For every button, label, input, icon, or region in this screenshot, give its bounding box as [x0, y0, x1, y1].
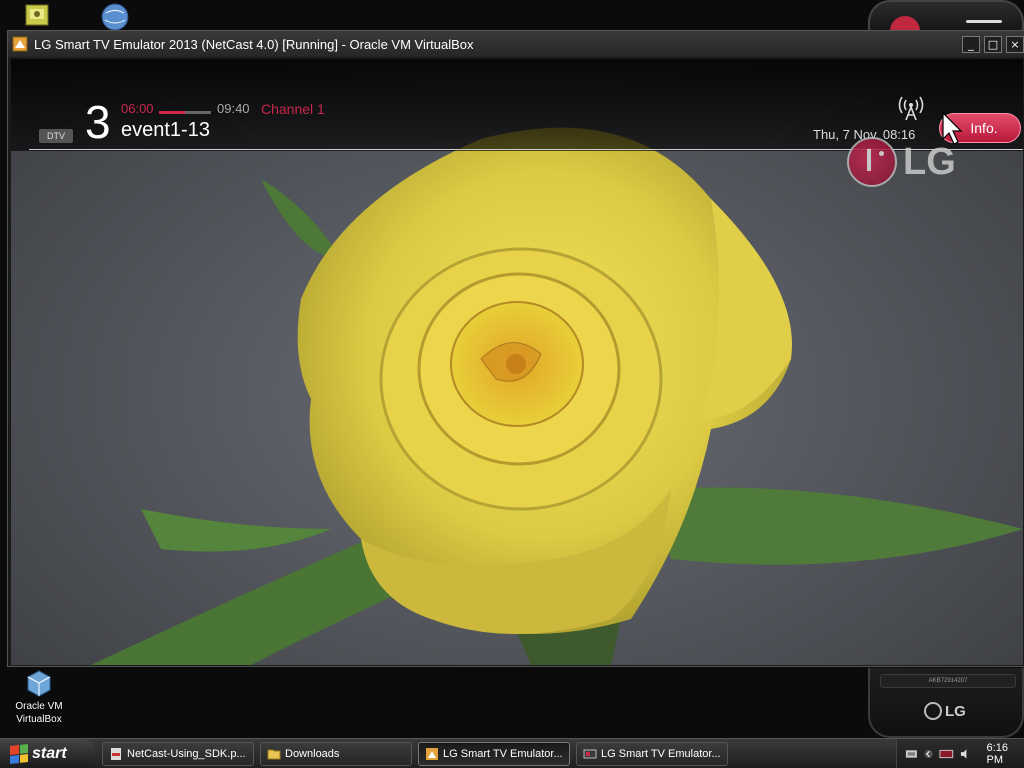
- program-title: event1-13: [121, 119, 210, 141]
- task-label: Downloads: [285, 747, 340, 760]
- monitor-shortcut-icon: [25, 4, 49, 26]
- channel-number: 3: [85, 96, 111, 148]
- lg-emblem-icon: [847, 137, 897, 187]
- emulator-app-icon: [12, 36, 28, 52]
- window-titlebar[interactable]: LG Smart TV Emulator 2013 (NetCast 4.0) …: [8, 31, 1024, 57]
- pdf-document-icon: [111, 747, 121, 760]
- window-controls: _ □ ×: [962, 36, 1024, 53]
- taskbar-item-emulator-active[interactable]: LG Smart TV Emulator...: [418, 741, 570, 766]
- volume-icon[interactable]: [960, 748, 971, 760]
- lg-logo-text: LG: [903, 140, 956, 183]
- emulator-app-icon: [426, 747, 438, 760]
- start-label: start: [32, 744, 67, 762]
- system-tray: 6:16 PM: [896, 739, 1024, 768]
- antenna-signal-icon: [898, 96, 924, 121]
- tv-screen[interactable]: DTV 3 06:00 09:40 Channel 1 event1-13 Th…: [11, 59, 1023, 665]
- source-badge: DTV: [39, 129, 73, 143]
- taskbar-item-pdf[interactable]: NetCast-Using_SDK.p...: [102, 741, 254, 766]
- maximize-button[interactable]: □: [984, 36, 1002, 53]
- task-label: LG Smart TV Emulator...: [443, 747, 563, 760]
- remote-controller-top: [868, 0, 1024, 34]
- task-label: NetCast-Using_SDK.p...: [127, 747, 246, 760]
- channel-name: Channel 1: [261, 101, 325, 117]
- close-button[interactable]: ×: [1006, 36, 1024, 53]
- menu-line-icon: [966, 20, 1002, 23]
- program-progress-fill: [159, 111, 185, 114]
- program-progress-bar: [159, 111, 211, 114]
- task-label: LG Smart TV Emulator...: [601, 747, 721, 760]
- tray-expand-icon[interactable]: [924, 748, 933, 760]
- emulator-window-icon: [583, 749, 597, 758]
- desktop-icon-label: Oracle VM VirtualBox: [15, 701, 63, 725]
- program-start-time: 06:00: [121, 101, 154, 116]
- system-clock: 6:16 PM: [986, 742, 1008, 766]
- desktop-icon-globe[interactable]: [100, 2, 130, 32]
- start-button[interactable]: start: [0, 738, 96, 768]
- program-end-time: 09:40: [217, 101, 250, 116]
- minimize-button[interactable]: _: [962, 36, 980, 53]
- taskbar-item-downloads[interactable]: Downloads: [260, 741, 412, 766]
- globe-icon: [101, 3, 129, 31]
- remote-lg-logo: LG: [924, 702, 966, 720]
- virtualbox-window: LG Smart TV Emulator 2013 (NetCast 4.0) …: [7, 30, 1024, 667]
- virtualbox-tray-icon[interactable]: [939, 748, 954, 760]
- windows-flag-icon: [10, 743, 28, 764]
- desktop-icon-shortcut[interactable]: [22, 2, 52, 32]
- remote-controller-bottom: AKB72914207 LG: [868, 668, 1024, 738]
- desktop-icon-virtualbox[interactable]: Oracle VM VirtualBox: [8, 668, 70, 726]
- lg-emblem-icon: [924, 702, 942, 720]
- keyboard-icon[interactable]: [905, 748, 918, 760]
- taskbar: start NetCast-Using_SDK.p... Downloads L…: [0, 738, 1024, 768]
- lg-logo: LG: [847, 137, 956, 187]
- remote-model-label: AKB72914207: [880, 674, 1016, 688]
- virtualbox-icon: [27, 670, 51, 697]
- folder-icon: [267, 749, 281, 759]
- window-title: LG Smart TV Emulator 2013 (NetCast 4.0) …: [34, 36, 474, 52]
- taskbar-item-emulator[interactable]: LG Smart TV Emulator...: [576, 741, 728, 766]
- remote-logo-text: LG: [945, 702, 966, 720]
